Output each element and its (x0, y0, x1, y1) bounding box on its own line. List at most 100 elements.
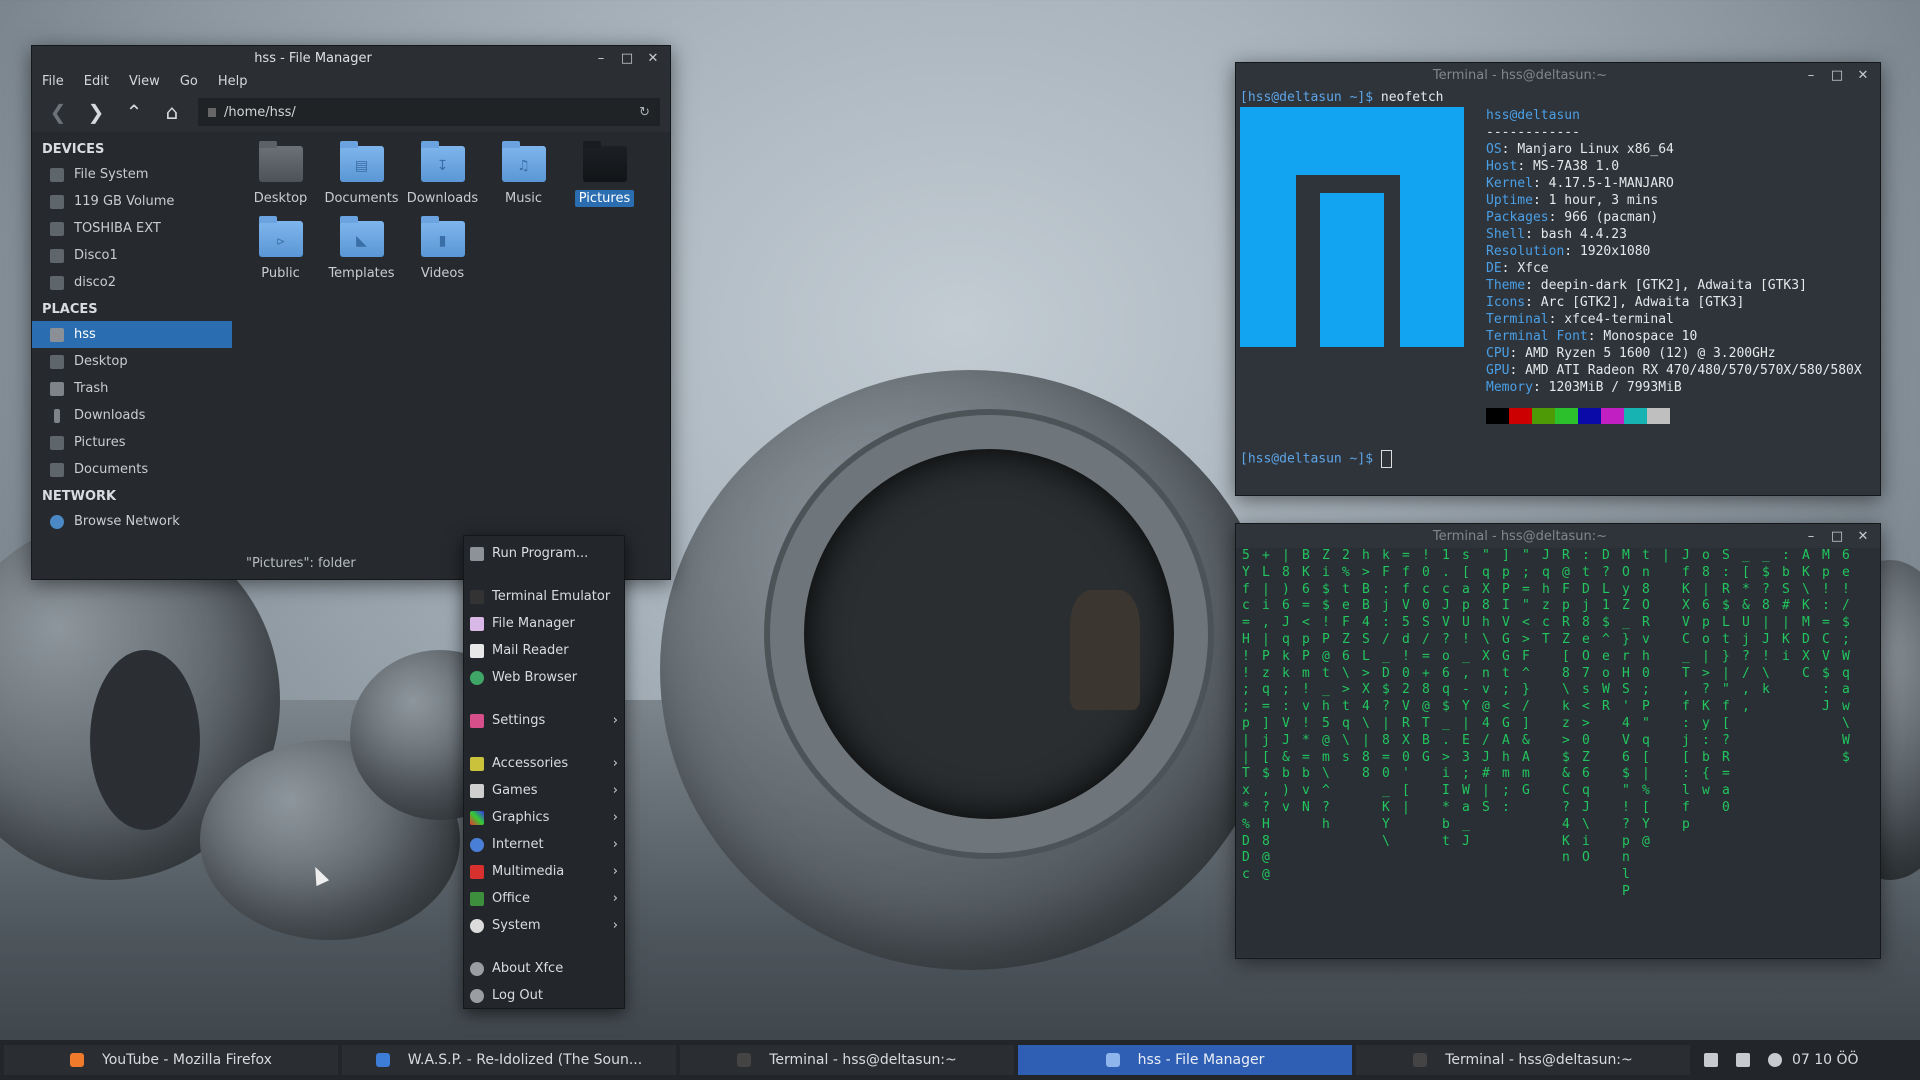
menu-item-graphics[interactable]: Graphics › (464, 804, 624, 831)
menu-item-games[interactable]: Games › (464, 777, 624, 804)
folder-desktop[interactable]: Desktop (240, 141, 321, 207)
maximize-icon[interactable]: □ (1830, 68, 1844, 83)
menu-edit[interactable]: Edit (84, 74, 109, 89)
menu-file[interactable]: File (42, 74, 64, 89)
color-swatch (1486, 408, 1509, 424)
neofetch-row: DE: Xfce (1486, 261, 1549, 276)
sidebar-item-trash[interactable]: Trash (32, 375, 232, 402)
close-icon[interactable]: ✕ (1856, 529, 1870, 544)
minimize-icon[interactable]: – (594, 51, 608, 66)
neofetch-value: Manjaro Linux x86_64 (1517, 142, 1674, 157)
neofetch-row: CPU: AMD Ryzen 5 1600 (12) @ 3.200GHz (1486, 346, 1776, 361)
clipboard-icon[interactable] (1704, 1053, 1718, 1067)
menu-go[interactable]: Go (180, 74, 198, 89)
menu-view[interactable]: View (129, 74, 160, 89)
folder-public[interactable]: ⪧ Public (240, 216, 321, 282)
menu-item-mail-reader[interactable]: Mail Reader (464, 637, 624, 664)
chevron-right-icon: › (612, 713, 618, 728)
folder-music[interactable]: ♫ Music (483, 141, 564, 207)
menu-item-log-out[interactable]: Log Out (464, 982, 624, 1009)
folder-documents[interactable]: ▤ Documents (321, 141, 402, 207)
sidebar-item-volume[interactable]: 119 GB Volume (32, 188, 232, 215)
firefox-icon (70, 1053, 85, 1067)
forward-icon[interactable]: ❯ (84, 100, 108, 124)
folder-downloads[interactable]: ↧ Downloads (402, 141, 483, 207)
matrix-output[interactable]: 5 Y f c = H ! ! ; ; p | | T x * % D D c +… (1236, 548, 1880, 957)
window-title: Terminal - hss@deltasun:~ (1432, 528, 1608, 544)
menu-item-internet[interactable]: Internet › (464, 831, 624, 858)
menu-item-office[interactable]: Office › (464, 885, 624, 912)
sidebar-item-documents[interactable]: Documents (32, 456, 232, 483)
sidebar-item-desktop[interactable]: Desktop (32, 348, 232, 375)
neofetch-value: xfce4-terminal (1564, 312, 1674, 327)
close-icon[interactable]: ✕ (646, 51, 660, 66)
matrix-column: " ; = " < > F ^ } / ] & A m G (1522, 548, 1530, 799)
mail-icon (470, 643, 484, 658)
close-icon[interactable]: ✕ (1856, 68, 1870, 83)
logo-bar-right (1400, 107, 1464, 347)
folder-pictures[interactable]: Pictures (564, 141, 645, 207)
file-manager-titlebar[interactable]: hss - File Manager – □ ✕ (32, 46, 670, 70)
task-firefox[interactable]: YouTube - Mozilla Firefox (4, 1045, 338, 1075)
sidebar-item-browse-network[interactable]: Browse Network (32, 508, 232, 535)
folder-videos[interactable]: ▮ Videos (402, 216, 483, 282)
task-terminal-1[interactable]: Terminal - hss@deltasun:~ (680, 1045, 1014, 1075)
task-label: Terminal - hss@deltasun:~ (1445, 1052, 1633, 1068)
sidebar-item-disco2[interactable]: disco2 (32, 269, 232, 296)
folder-templates[interactable]: ◣ Templates (321, 216, 402, 282)
menu-item-file-manager[interactable]: File Manager (464, 610, 624, 637)
home-folder-icon (50, 327, 64, 342)
color-swatch (1624, 408, 1647, 424)
neofetch-key: CPU (1486, 346, 1510, 361)
drive-icon (50, 221, 64, 236)
matrix-column: : b S # | K i (1782, 548, 1790, 664)
menu-item-multimedia[interactable]: Multimedia › (464, 858, 624, 885)
terminal-titlebar[interactable]: Terminal - hss@deltasun:~ – □ ✕ (1236, 63, 1880, 87)
terminal-output[interactable]: [hss@deltasun ~]$ neofetch hss@deltasun … (1236, 87, 1880, 491)
sidebar-item-filesystem[interactable]: File System (32, 161, 232, 188)
menu-help[interactable]: Help (218, 74, 248, 89)
menu-item-run-program[interactable]: Run Program... (464, 540, 624, 567)
matrix-column: A K \ K M D X C (1802, 548, 1810, 681)
minimize-icon[interactable]: – (1804, 68, 1818, 83)
terminal-titlebar[interactable]: Terminal - hss@deltasun:~ – □ ✕ (1236, 524, 1880, 548)
sidebar-item-downloads[interactable]: Downloads (32, 402, 232, 429)
matrix-column: J q h z c T (1542, 548, 1550, 647)
download-icon (54, 408, 60, 423)
taskbar: YouTube - Mozilla Firefox W.A.S.P. - Re-… (0, 1040, 1920, 1080)
display-icon[interactable] (1736, 1053, 1750, 1067)
sidebar-item-pictures[interactable]: Pictures (32, 429, 232, 456)
home-icon[interactable]: ⌂ (160, 100, 184, 124)
menu-item-about-xfce[interactable]: About Xfce (464, 955, 624, 982)
task-music-player[interactable]: W.A.S.P. - Re-Idolized (The Soun... (342, 1045, 676, 1075)
matrix-column: Z i $ $ ! P @ t _ h 5 @ m \ ^ ? h (1322, 548, 1330, 832)
up-icon[interactable]: ⌃ (122, 100, 146, 124)
menu-item-terminal[interactable]: Terminal Emulator (464, 583, 624, 610)
task-terminal-2[interactable]: Terminal - hss@deltasun:~ (1356, 1045, 1690, 1075)
menu-item-accessories[interactable]: Accessories › (464, 750, 624, 777)
menu-item-label: Settings (492, 713, 546, 728)
menu-item-label: Web Browser (492, 670, 578, 685)
minimize-icon[interactable]: – (1804, 529, 1818, 544)
wallpaper-pod-hole (90, 650, 200, 830)
reload-icon[interactable]: ↻ (639, 105, 650, 120)
music-player-icon (375, 1053, 390, 1067)
sidebar-item-toshiba[interactable]: TOSHIBA EXT (32, 215, 232, 242)
menu-item-settings[interactable]: Settings › (464, 707, 624, 734)
shell-prompt: [hss@deltasun ~]$ (1240, 451, 1374, 467)
clock[interactable]: 07 10 ÖÖ (1792, 1052, 1859, 1068)
maximize-icon[interactable]: □ (1830, 529, 1844, 544)
settings-icon (470, 713, 484, 728)
sidebar-item-disco1[interactable]: Disco1 (32, 242, 232, 269)
file-view[interactable]: Desktop ▤ Documents ↧ Downloads ♫ Music Pic… (232, 132, 670, 552)
back-icon[interactable]: ❮ (46, 100, 70, 124)
neofetch-row: Theme: deepin-dark [GTK2], Adwaita [GTK3… (1486, 278, 1807, 293)
neofetch-info: hss@deltasun ------------ OS: Manjaro Li… (1486, 107, 1862, 424)
sidebar-item-hss[interactable]: hss (32, 321, 232, 348)
location-bar[interactable]: /home/hss/ ↻ (198, 98, 660, 126)
menu-item-web-browser[interactable]: Web Browser (464, 664, 624, 691)
maximize-icon[interactable]: □ (620, 51, 634, 66)
task-file-manager[interactable]: hss - File Manager (1018, 1045, 1352, 1075)
settings-gear-icon[interactable] (1768, 1053, 1782, 1067)
menu-item-system[interactable]: System › (464, 912, 624, 939)
